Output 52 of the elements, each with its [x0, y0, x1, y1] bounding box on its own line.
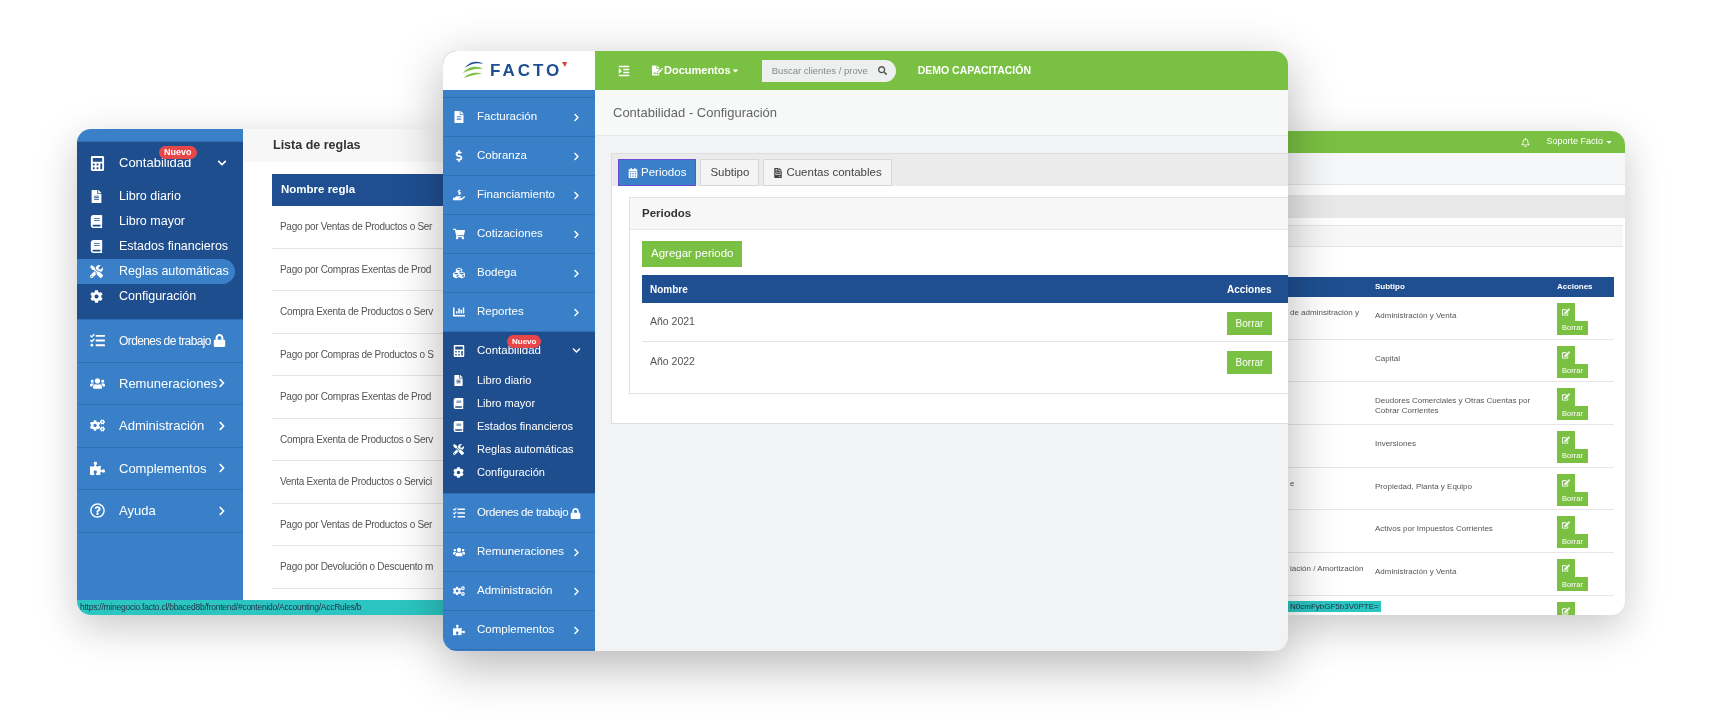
- delete-button[interactable]: Borrar: [1227, 351, 1272, 374]
- submenu-item[interactable]: Reglas automáticas: [443, 438, 595, 461]
- menu-item[interactable]: Cobranza: [443, 137, 595, 176]
- menu-item[interactable]: Complementos: [443, 611, 595, 650]
- user-menu[interactable]: Soporte Facto: [1546, 135, 1613, 149]
- brand-name: FACTO: [490, 59, 563, 82]
- table-header: Subtipo Acciones: [1288, 277, 1614, 297]
- table-cell-text: Año 2021: [650, 314, 696, 330]
- submenu-item[interactable]: Libro diario: [77, 184, 235, 209]
- menu-item[interactable]: Contabilidad Nuevo: [77, 142, 243, 184]
- search-field[interactable]: Buscar clientes / prove: [761, 59, 896, 82]
- table-header: Nombre regla: [272, 174, 443, 206]
- table-header: Nombre Acciones: [642, 275, 1288, 303]
- menu-item[interactable]: Ordenes de trabajo: [443, 494, 595, 533]
- menu-item[interactable]: Bodega: [443, 254, 595, 293]
- menu-item[interactable]: Financiamiento: [443, 176, 595, 215]
- tab[interactable]: Periodos: [618, 159, 697, 186]
- tab[interactable]: Cuentas contables: [763, 159, 892, 186]
- add-period-button[interactable]: Agregar periodo: [642, 241, 743, 267]
- submenu-item[interactable]: Configuración: [443, 461, 595, 484]
- table-cell-text: Inversiones: [1375, 439, 1417, 450]
- table-cell: e: [1290, 478, 1295, 488]
- submenu-item[interactable]: Libro mayor: [77, 209, 235, 234]
- submenu-item[interactable]: Estados financieros: [77, 234, 235, 259]
- table-cell-text: Administración y Venta: [1375, 311, 1458, 321]
- table-cell: de adminsitración y: [1290, 308, 1359, 317]
- status-bar: N0cmFybGF5b3V0PTE=: [1288, 601, 1381, 612]
- submenu-item[interactable]: Libro diario: [443, 369, 595, 392]
- page-title: Lista de reglas: [273, 137, 361, 155]
- menu-item[interactable]: Remuneraciones: [443, 533, 595, 572]
- menu-item[interactable]: Administración: [443, 572, 595, 611]
- table-cell-text: Administración y Venta: [1375, 567, 1458, 578]
- table-cell-text: Deudores Comerciales y Otras Cuentas por Cobrar Corrientes: [1375, 396, 1532, 417]
- new-badge: Nuevo: [159, 146, 197, 159]
- page-title: Contabilidad - Configuración: [613, 103, 778, 122]
- menu-item[interactable]: Contabilidad Nuevo: [443, 332, 595, 369]
- submenu-item[interactable]: Estados financieros: [443, 415, 595, 438]
- table-cell-text: Capital: [1375, 353, 1401, 364]
- tab[interactable]: Subtipo: [700, 159, 760, 186]
- submenu-item[interactable]: Reglas automáticas: [77, 259, 235, 284]
- delete-button[interactable]: Borrar: [1227, 311, 1272, 335]
- table-cell: iación / Amortización: [1290, 564, 1364, 574]
- status-bar: https://minegocio.facto.cl/bbaced8b/frontend/#contenido/Accounting/AccRules/b: [77, 600, 443, 615]
- table-cell-text: Propiedad, Planta y Equipo: [1375, 481, 1473, 492]
- submenu-item[interactable]: Configuración: [77, 284, 235, 309]
- menu-item[interactable]: Cotizaciones: [443, 215, 595, 254]
- documents-menu[interactable]: Documentos: [652, 62, 740, 79]
- table-cell-text: Activos por Impuestos Corrientes: [1375, 524, 1494, 535]
- company-name: DEMO CAPACITACIÓN: [917, 62, 1031, 78]
- card-title: Periodos: [642, 205, 692, 221]
- submenu-item[interactable]: Libro mayor: [443, 392, 595, 415]
- table-cell-text: Año 2022: [650, 353, 696, 369]
